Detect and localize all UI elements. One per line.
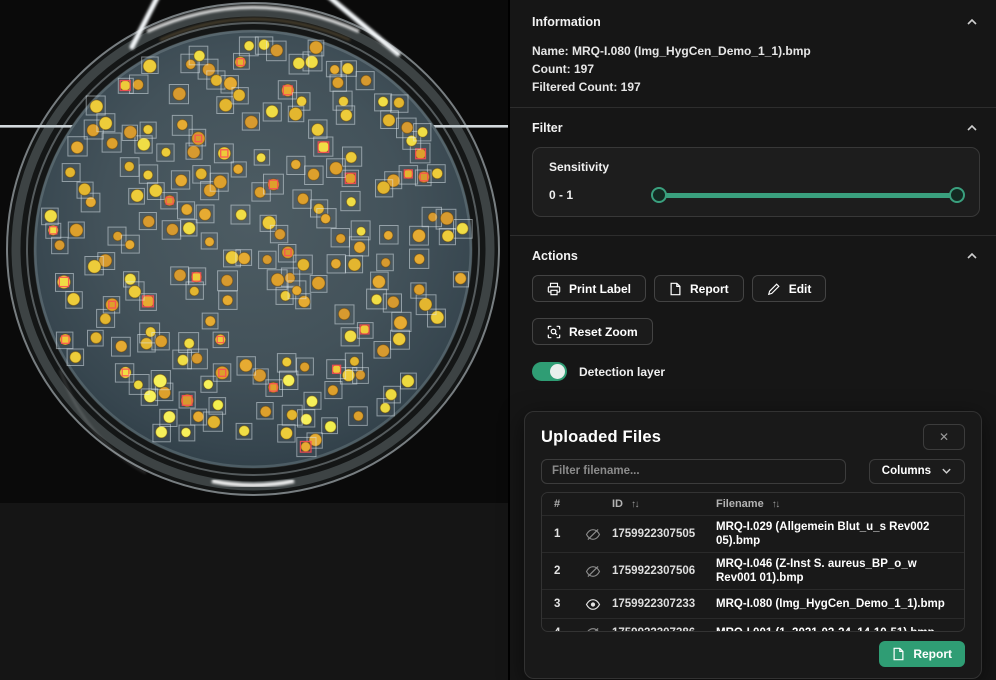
actions-collapse-button[interactable] [964,250,980,262]
information-title: Information [532,15,601,29]
filtered-count-text: Filtered Count: 197 [532,78,980,96]
report-footer-text: Report [913,647,952,661]
uploaded-files-title: Uploaded Files [541,428,661,447]
header-num: # [542,498,574,510]
report-footer-button[interactable]: Report [879,641,965,667]
table-row[interactable]: 2 1759922307506 MRQ-I.046 (Z-Inst S. aur… [542,552,964,589]
sensitivity-label: Sensitivity [549,160,963,174]
specimen-pane [0,0,508,680]
table-row[interactable]: 4 1759922307386 MRQ-I.001 (1_2021-02-24_… [542,618,964,632]
side-panel: Information Name: MRQ-I.080 (Img_HygCen_… [508,0,996,680]
detection-layer-toggle[interactable] [532,362,567,381]
pencil-icon [767,282,781,296]
slider-handle-max[interactable] [949,187,965,203]
files-table: # ID↑↓ Filename↑↓ 1 1759922307505 MRQ-I.… [541,492,965,632]
table-header-row: # ID↑↓ Filename↑↓ [542,493,964,515]
actions-title: Actions [532,249,578,263]
visibility-toggle-button[interactable] [585,598,601,611]
chevron-up-icon [966,252,978,260]
visibility-toggle-button[interactable] [585,565,601,578]
petri-dish-photo[interactable] [0,0,508,503]
sensitivity-range-label: 0 - 1 [549,188,653,202]
print-label-text: Print Label [569,282,631,296]
table-row[interactable]: 3 1759922307233 MRQ-I.080 (Img_HygCen_De… [542,589,964,618]
chevron-up-icon [966,18,978,26]
app-root: Information Name: MRQ-I.080 (Img_HygCen_… [0,0,996,680]
columns-label: Columns [882,465,931,477]
document-icon [892,647,905,661]
slider-handle-min[interactable] [651,187,667,203]
actions-section: Actions Print Label [510,236,996,401]
filter-title: Filter [532,121,563,135]
reset-zoom-text: Reset Zoom [569,325,638,339]
table-row[interactable]: 1 1759922307505 MRQ-I.029 (Allgemein Blu… [542,515,964,552]
file-name-text: Name: MRQ-I.080 (Img_HygCen_Demo_1_1).bm… [532,42,980,60]
filter-section: Filter Sensitivity 0 - 1 [510,108,996,235]
sort-icon[interactable]: ↑↓ [772,499,779,510]
filter-filename-input[interactable] [541,459,846,484]
sensitivity-slider[interactable] [653,187,963,203]
report-button-text: Report [690,282,729,296]
document-icon [669,282,682,296]
information-section: Information Name: MRQ-I.080 (Img_HygCen_… [510,0,996,107]
count-text: Count: 197 [532,60,980,78]
edit-button[interactable]: Edit [752,275,827,302]
detection-layer-label: Detection layer [579,365,665,379]
print-label-button[interactable]: Print Label [532,275,646,302]
toggle-knob [550,364,565,379]
reset-zoom-icon [547,325,561,339]
uploaded-files-panel: Uploaded Files ✕ Columns # ID↑↓ Filename… [524,411,982,679]
chevron-up-icon [966,124,978,132]
report-button[interactable]: Report [654,275,744,302]
eye-off-icon [585,565,601,578]
eye-icon [585,598,601,611]
header-id[interactable]: ID↑↓ [612,498,716,510]
petri-dish-image[interactable] [0,0,508,503]
slider-track[interactable] [653,193,963,198]
header-filename[interactable]: Filename↑↓ [716,497,964,512]
reset-zoom-button[interactable]: Reset Zoom [532,318,653,345]
edit-button-text: Edit [789,282,812,296]
close-icon: ✕ [939,430,949,444]
eye-off-icon [585,528,601,541]
information-collapse-button[interactable] [964,16,980,28]
close-panel-button[interactable]: ✕ [923,424,965,450]
sort-icon[interactable]: ↑↓ [631,499,638,510]
chevron-down-icon [941,467,952,475]
columns-dropdown-button[interactable]: Columns [869,459,965,484]
sensitivity-card: Sensitivity 0 - 1 [532,147,980,217]
printer-icon [547,282,561,296]
filter-collapse-button[interactable] [964,122,980,134]
visibility-toggle-button[interactable] [585,528,601,541]
